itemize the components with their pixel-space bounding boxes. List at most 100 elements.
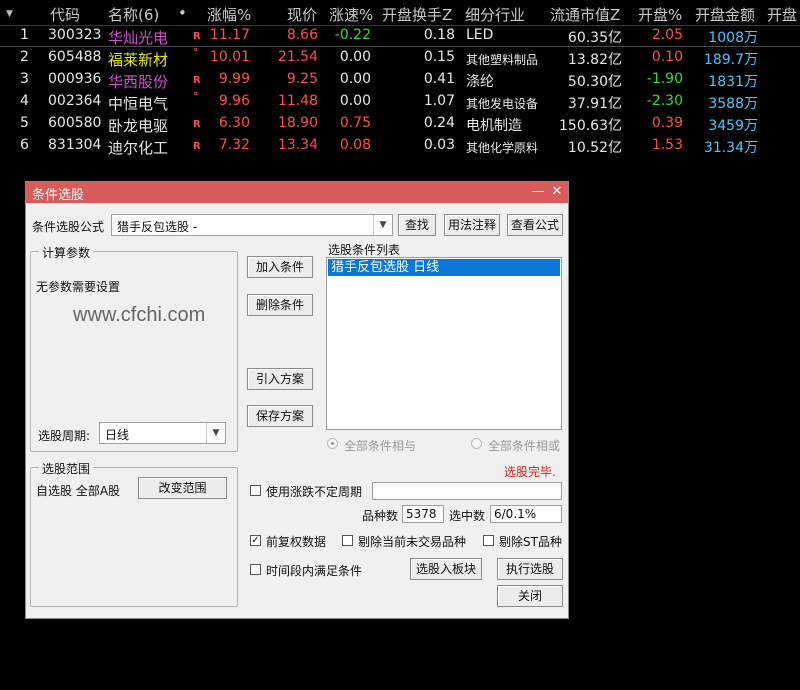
open-amount: 3588万: [708, 96, 758, 112]
col-header-mcap[interactable]: 流通市值Z: [550, 4, 620, 24]
minimize-icon[interactable]: —: [529, 183, 547, 201]
params-group-title: 计算参数: [39, 244, 94, 261]
new-mark-icon: °: [193, 91, 198, 102]
list-item[interactable]: 猎手反包选股 日线: [328, 259, 560, 276]
open-turnover: 0.15: [423, 49, 455, 65]
stock-name: 华灿光电: [108, 29, 169, 47]
radio-or[interactable]: [471, 438, 482, 449]
dialog-titlebar[interactable]: 条件选股 — ✕: [26, 182, 568, 203]
table-row[interactable]: 3 000936 华西股份 R 9.99 9.25 0.00 0.41 涤纶 5…: [0, 69, 800, 91]
col-header-change[interactable]: 涨幅%: [207, 4, 251, 24]
import-scheme-button[interactable]: 引入方案: [247, 368, 313, 390]
time-range-checkbox[interactable]: [250, 564, 261, 575]
col-header-dot[interactable]: •: [178, 4, 187, 24]
open-pct: -1.90: [646, 71, 683, 87]
radio-and[interactable]: [327, 438, 338, 449]
row-index: 2: [20, 49, 29, 65]
watermark-text: www.cfchi.com: [73, 304, 206, 326]
col-header-industry[interactable]: 细分行业: [465, 4, 525, 24]
delete-condition-button[interactable]: 删除条件: [247, 294, 313, 316]
period-input[interactable]: [372, 482, 562, 500]
save-scheme-button[interactable]: 保存方案: [247, 405, 313, 427]
col-header-open[interactable]: 开盘: [767, 4, 797, 24]
col-header-name[interactable]: 名称(6): [108, 4, 159, 24]
stock-code: 300323: [48, 27, 102, 43]
col-header-speed[interactable]: 涨速%: [329, 4, 373, 24]
col-header-turnover[interactable]: 开盘换手Z: [382, 4, 452, 24]
period-select[interactable]: 日线 ▼: [99, 422, 226, 444]
speed: 0.75: [339, 115, 371, 131]
count-label: 品种数: [362, 509, 399, 523]
radio-and-label: 全部条件相与: [344, 439, 417, 453]
speed: 0.00: [339, 71, 371, 87]
open-pct: 2.05: [651, 27, 683, 43]
stock-name: 卧龙电驱: [108, 117, 169, 135]
close-button[interactable]: 关闭: [497, 585, 563, 607]
close-icon[interactable]: ✕: [548, 183, 566, 201]
table-row[interactable]: 4 002364 中恒电气 ° 9.96 11.48 0.00 1.07 其他发…: [0, 91, 800, 113]
float-mcap: 150.63亿: [559, 118, 622, 134]
r-mark-icon: R: [193, 119, 201, 130]
open-turnover: 0.03: [423, 137, 455, 153]
col-header-price[interactable]: 现价: [287, 4, 317, 24]
condition-list-label: 选股条件列表: [328, 243, 401, 257]
stock-name: 中恒电气: [108, 95, 169, 113]
exclude-no-trade-label: 剔除当前未交易品种: [358, 535, 467, 549]
view-formula-button[interactable]: 查看公式: [507, 214, 563, 236]
table-row[interactable]: 6 831304 迪尔化工 R 7.32 13.34 0.08 0.03 其他化…: [0, 135, 800, 157]
table-row[interactable]: 5 600580 卧龙电驱 R 6.30 18.90 0.75 0.24 电机制…: [0, 113, 800, 135]
forward-adjust-checkbox[interactable]: ✓: [250, 535, 261, 546]
stock-name: 迪尔化工: [108, 139, 169, 157]
open-turnover: 0.18: [423, 27, 455, 43]
change-pct: 9.96: [218, 93, 250, 109]
col-header-open-amt[interactable]: 开盘金额: [695, 4, 755, 24]
change-pct: 10.01: [209, 49, 250, 65]
float-mcap: 10.52亿: [567, 140, 622, 156]
row-index: 6: [20, 137, 29, 153]
range-group: 选股范围 自选股 全部A股 改变范围: [30, 460, 238, 607]
formula-label: 条件选股公式: [32, 220, 105, 234]
check-mark-icon: ✓: [251, 535, 260, 546]
row-index: 5: [20, 115, 29, 131]
row-index: 4: [20, 93, 29, 109]
use-period-checkbox[interactable]: [250, 485, 261, 496]
industry: 其他塑料制品: [466, 53, 539, 67]
change-pct: 6.30: [218, 115, 250, 131]
chevron-down-icon[interactable]: ▼: [206, 423, 225, 443]
r-mark-icon: R: [193, 141, 201, 152]
open-amount: 1008万: [708, 30, 758, 46]
period-label: 选股周期:: [38, 429, 91, 443]
add-condition-button[interactable]: 加入条件: [247, 256, 313, 278]
change-range-button[interactable]: 改变范围: [138, 477, 227, 499]
open-turnover: 1.07: [423, 93, 455, 109]
status-text: 选股完毕.: [504, 465, 556, 479]
col-header-open-pct[interactable]: 开盘%: [638, 4, 682, 24]
add-to-board-button[interactable]: 选股入板块: [410, 558, 482, 580]
stock-code: 002364: [48, 93, 102, 109]
time-range-label: 时间段内满足条件: [266, 564, 363, 578]
find-button[interactable]: 查找: [398, 214, 436, 236]
use-period-label: 使用涨跌不定周期: [266, 485, 363, 499]
float-mcap: 60.35亿: [567, 30, 622, 46]
stock-code: 600580: [48, 115, 102, 131]
stock-code: 831304: [48, 137, 102, 153]
condition-list[interactable]: 猎手反包选股 日线: [326, 257, 562, 430]
exclude-st-checkbox[interactable]: [483, 535, 494, 546]
formula-select[interactable]: 猎手反包选股 - ▼: [111, 214, 393, 236]
row-index: 3: [20, 71, 29, 87]
usage-notes-button[interactable]: 用法注释: [444, 214, 500, 236]
formula-value: 猎手反包选股 -: [117, 220, 198, 234]
run-selection-button[interactable]: 执行选股: [497, 558, 563, 580]
chevron-down-icon[interactable]: ▼: [373, 215, 392, 235]
float-mcap: 13.82亿: [567, 52, 622, 68]
table-row[interactable]: 2 605488 福莱新材 ° 10.01 21.54 0.00 0.15 其他…: [0, 47, 800, 69]
params-group: 计算参数 无参数需要设置 选股周期: 日线 ▼: [30, 244, 238, 452]
exclude-no-trade-checkbox[interactable]: [342, 535, 353, 546]
speed: 0.00: [339, 49, 371, 65]
change-pct: 11.17: [209, 27, 250, 43]
selected-value: 6/0.1%: [490, 505, 562, 523]
col-header-code[interactable]: 代码: [50, 4, 80, 24]
condition-stock-picker-dialog: 条件选股 — ✕ 条件选股公式 猎手反包选股 - ▼ 查找 用法注释 查看公式 …: [25, 181, 569, 619]
table-row[interactable]: 1 300323 华灿光电 R 11.17 8.66 -0.22 0.18 LE…: [0, 25, 800, 47]
row-index: 1: [20, 27, 29, 43]
